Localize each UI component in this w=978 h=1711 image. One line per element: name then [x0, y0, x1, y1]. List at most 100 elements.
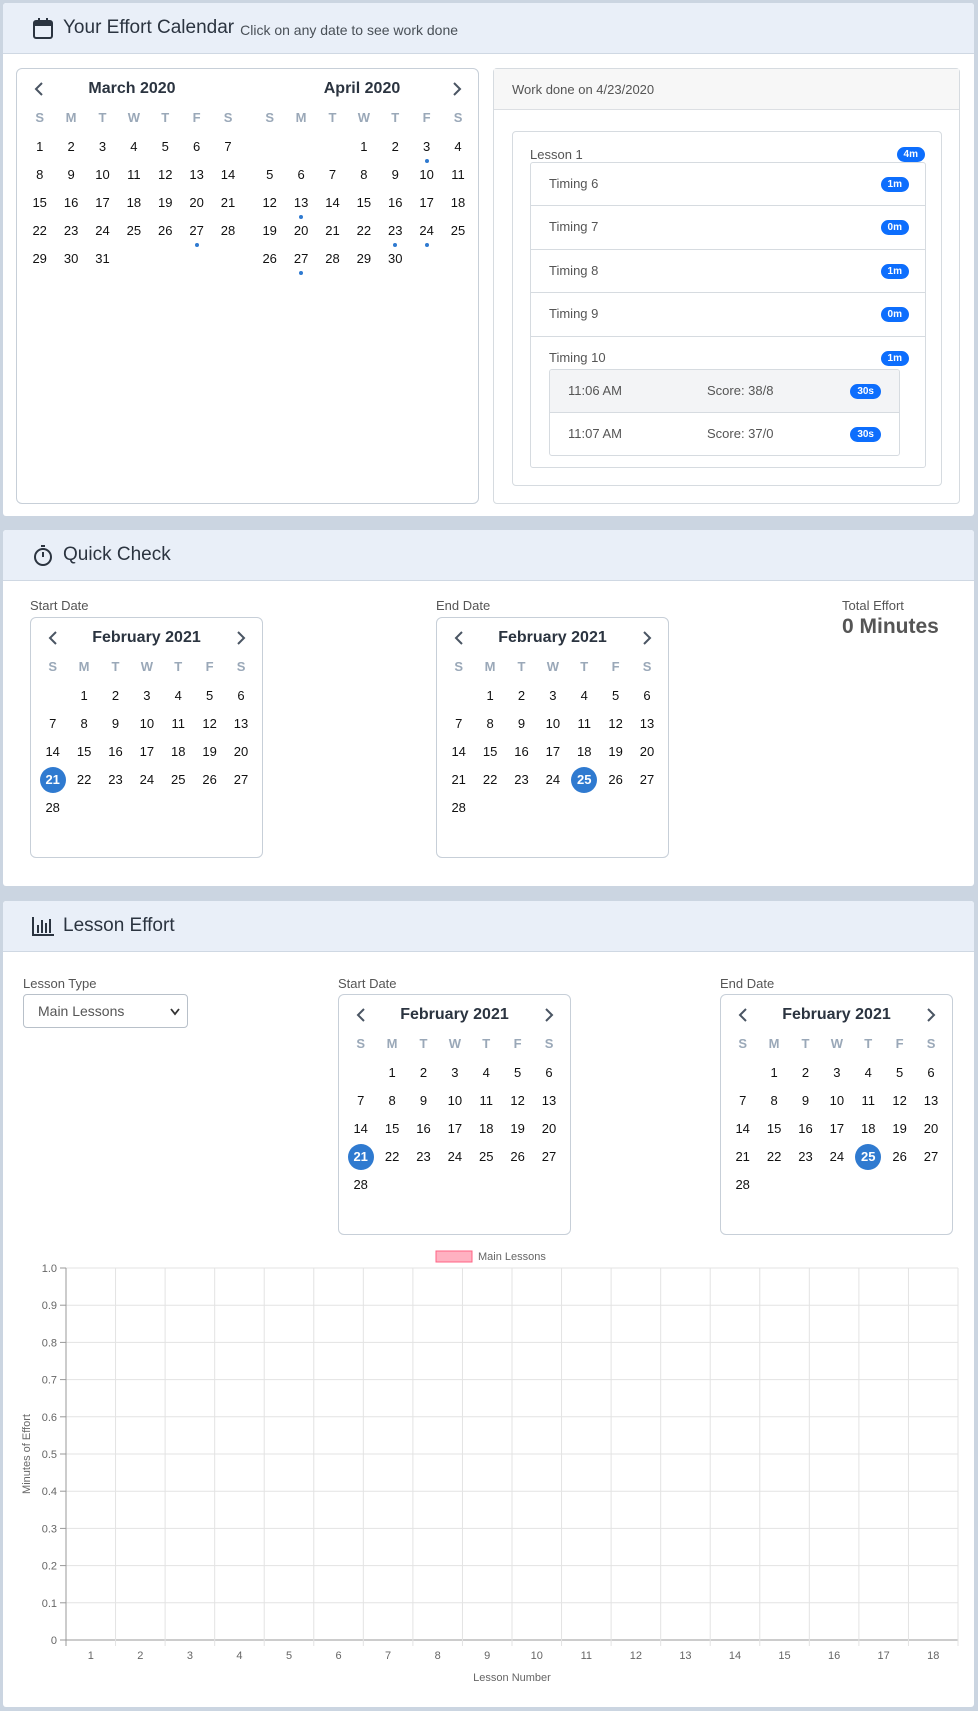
- day-cell[interactable]: 2: [100, 685, 131, 713]
- day-cell[interactable]: 4: [442, 136, 473, 164]
- day-cell[interactable]: 23: [790, 1146, 821, 1174]
- day-cell[interactable]: 3: [411, 136, 442, 164]
- day-cell[interactable]: 6: [533, 1062, 564, 1090]
- day-cell[interactable]: 10: [411, 164, 442, 192]
- day-cell[interactable]: 13: [533, 1090, 564, 1118]
- day-cell[interactable]: 8: [348, 164, 379, 192]
- day-cell[interactable]: 11: [118, 164, 149, 192]
- day-cell[interactable]: 20: [533, 1118, 564, 1146]
- day-cell[interactable]: 8: [474, 713, 505, 741]
- day-cell[interactable]: 21: [317, 220, 348, 248]
- day-cell[interactable]: 15: [376, 1118, 407, 1146]
- day-cell[interactable]: 28: [345, 1174, 376, 1202]
- day-cell[interactable]: 3: [439, 1062, 470, 1090]
- day-cell[interactable]: 24: [537, 769, 568, 797]
- day-cell[interactable]: 7: [443, 713, 474, 741]
- day-cell[interactable]: 10: [537, 713, 568, 741]
- day-cell[interactable]: 3: [821, 1062, 852, 1090]
- day-cell[interactable]: 1: [376, 1062, 407, 1090]
- day-cell[interactable]: 24: [411, 220, 442, 248]
- day-cell[interactable]: 10: [87, 164, 118, 192]
- day-cell[interactable]: 23: [380, 220, 411, 248]
- day-cell[interactable]: 18: [118, 192, 149, 220]
- day-cell[interactable]: 7: [727, 1090, 758, 1118]
- day-cell[interactable]: 11: [853, 1090, 884, 1118]
- day-cell[interactable]: 22: [758, 1146, 789, 1174]
- day-cell[interactable]: 5: [150, 136, 181, 164]
- day-cell[interactable]: 26: [600, 769, 631, 797]
- day-cell[interactable]: 17: [821, 1118, 852, 1146]
- day-cell[interactable]: 4: [569, 685, 600, 713]
- day-cell[interactable]: 16: [790, 1118, 821, 1146]
- day-cell[interactable]: 21: [443, 769, 474, 797]
- day-cell[interactable]: 25: [442, 220, 473, 248]
- attempt-item[interactable]: 11:07 AM Score: 37/0 30s: [550, 413, 899, 455]
- day-cell[interactable]: 16: [408, 1118, 439, 1146]
- day-cell[interactable]: 20: [181, 192, 212, 220]
- day-cell[interactable]: 23: [100, 769, 131, 797]
- day-cell[interactable]: 12: [254, 192, 285, 220]
- day-cell[interactable]: 15: [474, 741, 505, 769]
- day-cell[interactable]: 26: [884, 1146, 915, 1174]
- day-cell[interactable]: 8: [68, 713, 99, 741]
- day-cell[interactable]: 5: [254, 164, 285, 192]
- day-cell[interactable]: 15: [68, 741, 99, 769]
- day-cell[interactable]: 28: [727, 1174, 758, 1202]
- day-cell[interactable]: 22: [24, 220, 55, 248]
- day-cell[interactable]: 15: [758, 1118, 789, 1146]
- day-cell[interactable]: 17: [87, 192, 118, 220]
- day-cell[interactable]: 26: [194, 769, 225, 797]
- day-cell[interactable]: 16: [380, 192, 411, 220]
- day-cell[interactable]: 11: [569, 713, 600, 741]
- day-cell[interactable]: 31: [87, 248, 118, 276]
- day-cell[interactable]: 16: [100, 741, 131, 769]
- day-cell[interactable]: 8: [758, 1090, 789, 1118]
- day-cell[interactable]: 11: [471, 1090, 502, 1118]
- day-cell[interactable]: 29: [348, 248, 379, 276]
- day-cell[interactable]: 27: [915, 1146, 946, 1174]
- timing-item[interactable]: Timing 9 0m: [531, 293, 925, 337]
- day-cell[interactable]: 7: [317, 164, 348, 192]
- day-cell[interactable]: 17: [537, 741, 568, 769]
- day-cell[interactable]: 20: [915, 1118, 946, 1146]
- timing-item[interactable]: Timing 7 0m: [531, 206, 925, 250]
- day-cell[interactable]: 24: [439, 1146, 470, 1174]
- day-cell[interactable]: 18: [163, 741, 194, 769]
- day-cell[interactable]: 18: [853, 1118, 884, 1146]
- day-cell[interactable]: 19: [254, 220, 285, 248]
- day-cell[interactable]: 15: [24, 192, 55, 220]
- day-cell[interactable]: 22: [68, 769, 99, 797]
- day-cell[interactable]: 6: [225, 685, 256, 713]
- day-cell[interactable]: 3: [87, 136, 118, 164]
- day-cell[interactable]: 26: [254, 248, 285, 276]
- day-cell[interactable]: 23: [408, 1146, 439, 1174]
- day-cell[interactable]: 14: [443, 741, 474, 769]
- day-cell[interactable]: 13: [181, 164, 212, 192]
- day-cell[interactable]: 20: [285, 220, 316, 248]
- day-cell[interactable]: 13: [631, 713, 662, 741]
- day-cell[interactable]: 15: [348, 192, 379, 220]
- day-cell[interactable]: 1: [474, 685, 505, 713]
- day-cell[interactable]: 12: [502, 1090, 533, 1118]
- day-cell[interactable]: 28: [443, 797, 474, 825]
- day-cell[interactable]: 10: [821, 1090, 852, 1118]
- day-cell[interactable]: 8: [376, 1090, 407, 1118]
- day-cell[interactable]: 18: [471, 1118, 502, 1146]
- day-cell[interactable]: 28: [37, 797, 68, 825]
- day-cell[interactable]: 12: [600, 713, 631, 741]
- day-cell[interactable]: 9: [506, 713, 537, 741]
- day-cell[interactable]: 30: [380, 248, 411, 276]
- day-cell[interactable]: 25: [118, 220, 149, 248]
- day-cell[interactable]: 28: [317, 248, 348, 276]
- day-cell[interactable]: 1: [24, 136, 55, 164]
- day-cell[interactable]: 6: [181, 136, 212, 164]
- day-cell[interactable]: 9: [380, 164, 411, 192]
- day-cell[interactable]: 30: [55, 248, 86, 276]
- lesson-type-select[interactable]: Main Lessons: [23, 994, 188, 1028]
- day-cell[interactable]: 9: [100, 713, 131, 741]
- day-cell[interactable]: 4: [853, 1062, 884, 1090]
- day-cell[interactable]: 16: [55, 192, 86, 220]
- day-cell[interactable]: 20: [631, 741, 662, 769]
- timing-item[interactable]: Timing 8 1m: [531, 250, 925, 293]
- day-cell[interactable]: 10: [439, 1090, 470, 1118]
